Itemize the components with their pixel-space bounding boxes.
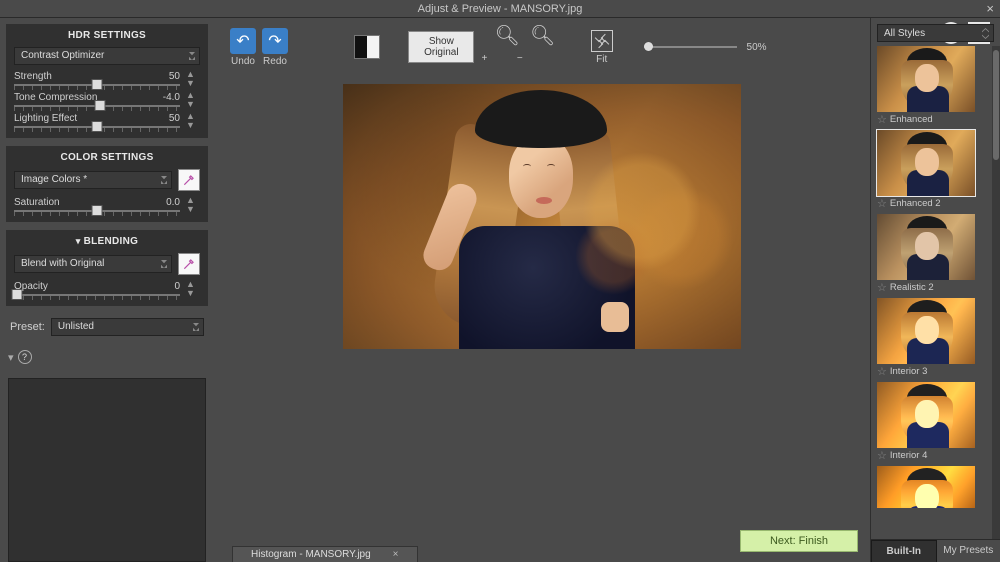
tone-stepper[interactable]: ▲▼ — [186, 92, 200, 107]
help-row: ▾ ? — [6, 344, 208, 370]
close-icon[interactable]: × — [986, 1, 994, 16]
styles-sidebar: All Styles ☆Enhanced ☆Enhanced 2 ☆Realis… — [870, 18, 1000, 562]
show-original-button[interactable]: Show Original — [408, 31, 474, 63]
close-icon[interactable]: × — [393, 549, 399, 560]
star-icon[interactable]: ☆ — [877, 449, 887, 462]
hdr-title: HDR SETTINGS — [14, 30, 200, 41]
help-icon[interactable]: ? — [18, 350, 32, 364]
color-mode-dropdown[interactable]: Image Colors * — [14, 171, 172, 189]
canvas[interactable]: Next: Finish — [214, 76, 870, 562]
blending-mode-dropdown[interactable]: Blend with Original — [14, 255, 172, 273]
tab-my-presets[interactable]: My Presets — [937, 540, 1000, 562]
opacity-track[interactable] — [14, 294, 180, 296]
star-icon[interactable]: ☆ — [877, 113, 887, 126]
preview-image — [343, 84, 741, 349]
titlebar-title: Adjust & Preview - MANSORY.jpg — [418, 3, 583, 15]
opacity-stepper[interactable]: ▲▼ — [186, 281, 200, 296]
zoom-out-icon: 🔍︎− — [530, 23, 555, 71]
undo-button[interactable]: ↶ Undo — [230, 28, 256, 67]
blending-panel: ▾ BLENDING Blend with Original Opacity 0 — [6, 230, 208, 306]
histogram-tab[interactable]: Histogram - MANSORY.jpg × — [232, 546, 418, 562]
bw-toggle[interactable] — [354, 35, 380, 59]
star-icon[interactable]: ☆ — [877, 197, 887, 210]
zoom-thumb[interactable] — [644, 42, 653, 51]
style-thumb-partial[interactable] — [877, 466, 994, 508]
star-icon[interactable]: ☆ — [877, 281, 887, 294]
opacity-value: 0 — [174, 281, 180, 292]
next-finish-button[interactable]: Next: Finish — [740, 530, 858, 552]
style-thumb-enhanced[interactable]: ☆Enhanced — [877, 46, 994, 126]
chevron-down-icon[interactable]: ▾ — [8, 351, 14, 364]
toolbar: ↶ Undo ↷ Redo Show Original 🔍︎+ 🔍︎− — [214, 18, 870, 76]
preset-tabs: Built-In My Presets — [871, 539, 1000, 562]
redo-button[interactable]: ↷ Redo — [262, 28, 288, 67]
tone-track[interactable] — [14, 105, 180, 107]
light-thumb[interactable] — [92, 121, 103, 132]
zoom-value: 50% — [747, 42, 767, 53]
style-thumb-realistic-2[interactable]: ☆Realistic 2 — [877, 214, 994, 294]
styles-dropdown[interactable]: All Styles — [877, 24, 994, 42]
histogram-label: Histogram - MANSORY.jpg — [251, 549, 371, 560]
settings-sidebar: HDR SETTINGS Contrast Optimizer Strength… — [0, 18, 214, 562]
scrollbar-thumb[interactable] — [993, 50, 999, 160]
preset-dropdown[interactable]: Unlisted — [51, 318, 204, 336]
eyedropper-icon — [182, 173, 196, 187]
saturation-track[interactable] — [14, 210, 180, 212]
fit-icon — [591, 30, 613, 52]
preview-area: ↶ Undo ↷ Redo Show Original 🔍︎+ 🔍︎− — [214, 18, 870, 562]
opacity-thumb[interactable] — [12, 289, 23, 300]
undo-icon: ↶ — [230, 28, 256, 54]
light-value: 50 — [169, 113, 180, 124]
styles-scrollbar[interactable] — [992, 46, 1000, 539]
blending-title[interactable]: ▾ BLENDING — [14, 236, 200, 247]
hdr-mode-dropdown[interactable]: Contrast Optimizer — [14, 47, 200, 65]
opacity-slider: Opacity 0 ▲▼ — [14, 281, 200, 296]
style-thumb-interior-3[interactable]: ☆Interior 3 — [877, 298, 994, 378]
saturation-stepper[interactable]: ▲▼ — [186, 197, 200, 212]
preset-row: Preset: Unlisted — [6, 318, 208, 336]
tone-thumb[interactable] — [95, 100, 106, 111]
color-settings-panel: COLOR SETTINGS Image Colors * Saturation… — [6, 146, 208, 222]
saturation-value: 0.0 — [166, 197, 180, 208]
zoom-slider[interactable] — [644, 46, 737, 48]
strength-stepper[interactable]: ▲▼ — [186, 71, 200, 86]
blending-eyedropper-button[interactable] — [178, 253, 200, 275]
color-title: COLOR SETTINGS — [14, 152, 200, 163]
strength-value: 50 — [169, 71, 180, 82]
style-thumb-enhanced-2[interactable]: ☆Enhanced 2 — [877, 130, 994, 210]
redo-icon: ↷ — [262, 28, 288, 54]
preset-label: Preset: — [10, 321, 45, 333]
white-swatch — [367, 36, 379, 58]
strength-track[interactable] — [14, 84, 180, 86]
chevron-down-icon: ▾ — [76, 236, 81, 247]
tone-value: -4.0 — [163, 92, 180, 103]
styles-list: ☆Enhanced ☆Enhanced 2 ☆Realistic 2 ☆Inte… — [871, 46, 1000, 539]
star-icon[interactable]: ☆ — [877, 365, 887, 378]
light-label: Lighting Effect — [14, 113, 77, 124]
light-track[interactable] — [14, 126, 180, 128]
strength-label: Strength — [14, 71, 52, 82]
black-swatch — [355, 36, 367, 58]
light-stepper[interactable]: ▲▼ — [186, 113, 200, 128]
strength-thumb[interactable] — [92, 79, 103, 90]
fit-button[interactable]: Fit — [591, 30, 613, 65]
tab-built-in[interactable]: Built-In — [871, 540, 937, 562]
help-box — [8, 378, 206, 562]
zoom-out-button[interactable]: 🔍︎− — [530, 23, 555, 71]
saturation-thumb[interactable] — [92, 205, 103, 216]
saturation-label: Saturation — [14, 197, 60, 208]
saturation-slider: Saturation 0.0 ▲▼ — [14, 197, 200, 212]
titlebar: Adjust & Preview - MANSORY.jpg × — [0, 0, 1000, 18]
tone-label: Tone Compression — [14, 92, 97, 103]
hdr-settings-panel: HDR SETTINGS Contrast Optimizer Strength… — [6, 24, 208, 138]
light-slider: Lighting Effect 50 ▲▼ — [14, 113, 200, 128]
strength-slider: Strength 50 ▲▼ — [14, 71, 200, 86]
eyedropper-icon — [182, 257, 196, 271]
eyedropper-button[interactable] — [178, 169, 200, 191]
style-thumb-interior-4[interactable]: ☆Interior 4 — [877, 382, 994, 462]
tone-slider: Tone Compression -4.0 ▲▼ — [14, 92, 200, 107]
